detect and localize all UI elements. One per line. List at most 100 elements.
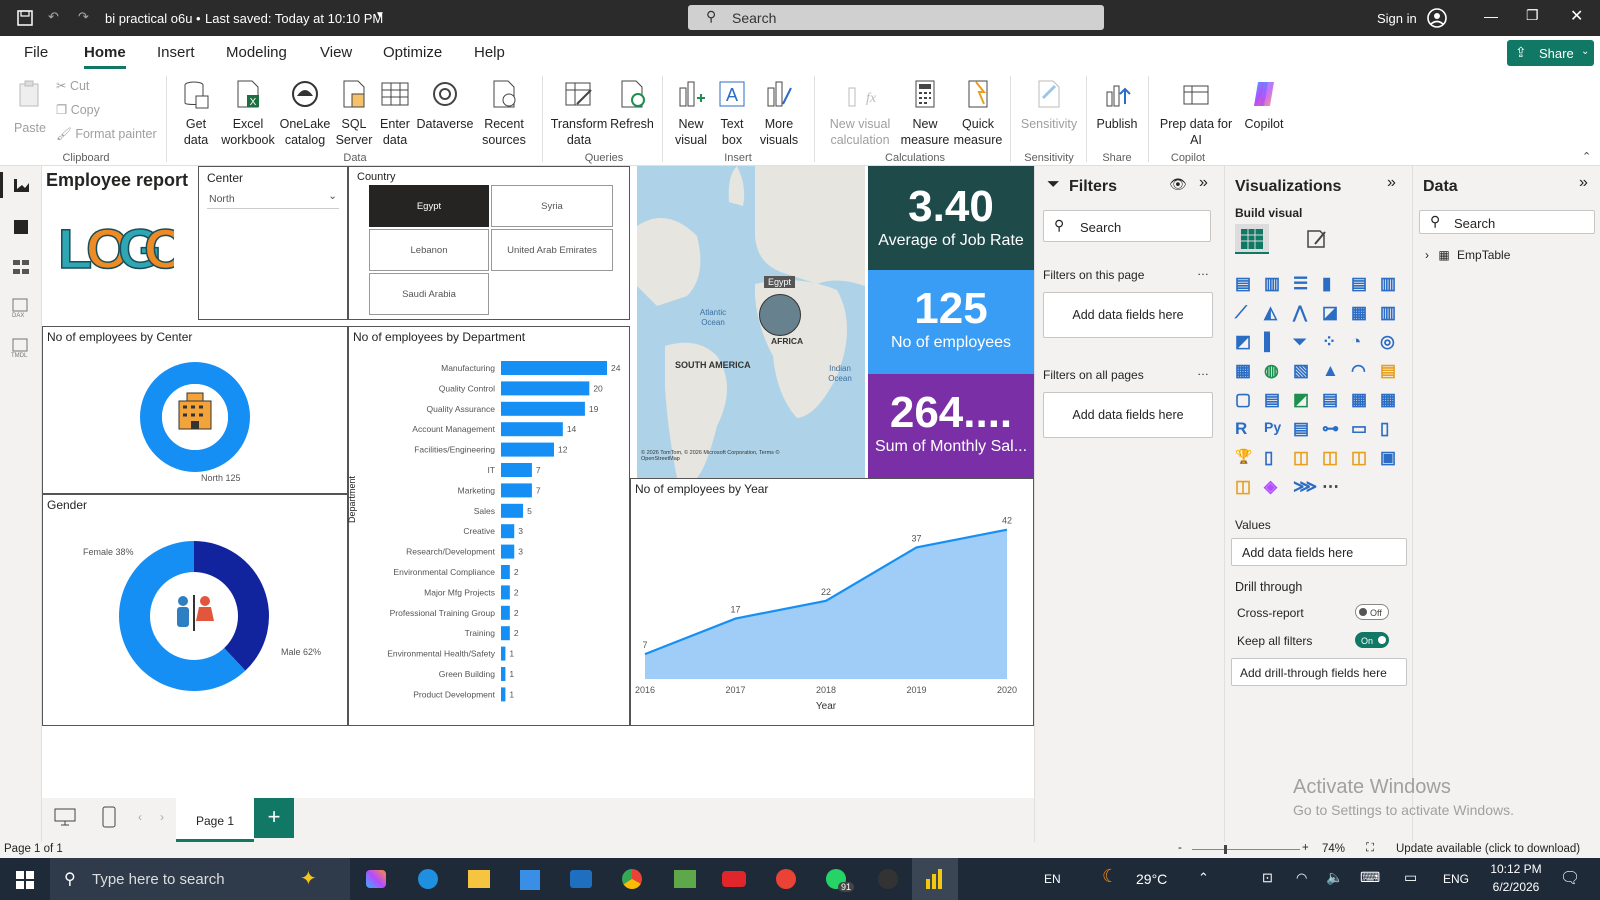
visual-type-icon[interactable]: ⋯ bbox=[1322, 477, 1342, 497]
visual-type-icon[interactable]: ◩ bbox=[1293, 390, 1313, 410]
app-icon[interactable] bbox=[674, 870, 696, 888]
visual-type-icon[interactable]: 🏆 bbox=[1235, 448, 1255, 468]
visual-type-icon[interactable]: ▣ bbox=[1380, 448, 1400, 468]
dept-bar[interactable] bbox=[501, 381, 590, 396]
dept-bar[interactable] bbox=[501, 565, 510, 579]
collapse-data-icon[interactable]: » bbox=[1579, 174, 1588, 192]
dept-bar[interactable] bbox=[501, 483, 532, 498]
language-indicator[interactable]: EN bbox=[1044, 872, 1061, 886]
visual-type-icon[interactable]: ▥ bbox=[1380, 303, 1400, 323]
visual-type-icon[interactable]: ▯ bbox=[1380, 419, 1400, 439]
visual-type-icon[interactable]: ▤ bbox=[1235, 274, 1255, 294]
minimize-icon[interactable]: — bbox=[1484, 8, 1498, 24]
visual-type-icon[interactable]: ⋀ bbox=[1293, 303, 1313, 323]
visual-type-icon[interactable]: ▤ bbox=[1380, 361, 1400, 381]
tmdl-view-icon[interactable]: TMDL bbox=[10, 338, 32, 358]
visual-type-icon[interactable]: ▦ bbox=[1351, 390, 1371, 410]
values-dropzone[interactable]: Add data fields here bbox=[1231, 538, 1407, 566]
visual-type-icon[interactable]: ◭ bbox=[1264, 303, 1284, 323]
visual-type-icon[interactable]: ◔ bbox=[1351, 332, 1371, 352]
search-box[interactable]: ⚲ Search bbox=[688, 5, 1104, 30]
zoom-in-icon[interactable]: + bbox=[1302, 842, 1309, 854]
restore-icon[interactable]: ❐ bbox=[1526, 7, 1539, 24]
zoom-out-icon[interactable]: - bbox=[1178, 842, 1182, 854]
visual-type-icon[interactable]: ◫ bbox=[1322, 448, 1342, 468]
publish-button[interactable]: Publish bbox=[1094, 78, 1140, 132]
add-page-button[interactable]: + bbox=[254, 798, 294, 838]
cross-report-toggle[interactable]: Off bbox=[1355, 604, 1389, 620]
display-icon[interactable]: ▭ bbox=[1404, 869, 1417, 886]
copy-button[interactable]: ❐ Copy bbox=[56, 102, 100, 118]
prev-page-icon[interactable]: ‹ bbox=[138, 810, 142, 824]
next-page-icon[interactable]: › bbox=[160, 810, 164, 824]
clock-time[interactable]: 10:12 PM bbox=[1486, 862, 1546, 876]
visual-type-icon[interactable]: ⊶ bbox=[1322, 419, 1342, 439]
refresh-button[interactable]: Refresh bbox=[610, 78, 654, 132]
dept-bar[interactable] bbox=[501, 524, 515, 539]
gender-tile[interactable]: Gender Female 38% Male 62% bbox=[42, 494, 348, 726]
taskbar-search[interactable]: ⚲ Type here to search ✦ bbox=[50, 858, 350, 900]
map-bubble-egypt[interactable] bbox=[759, 294, 801, 336]
country-option-egypt[interactable]: Egypt bbox=[369, 185, 489, 227]
chrome-profile-icon[interactable] bbox=[776, 869, 796, 889]
device-icon[interactable]: ⊡ bbox=[1262, 870, 1273, 886]
visual-type-icon[interactable]: Py bbox=[1264, 419, 1284, 439]
kpi-employees[interactable]: 125 No of employees bbox=[868, 270, 1034, 374]
sql-server-button[interactable]: SQL Server bbox=[334, 78, 374, 148]
file-explorer-icon[interactable] bbox=[468, 870, 490, 888]
format-painter-button[interactable]: 🖌 Format painter bbox=[56, 126, 157, 142]
onelake-button[interactable]: OneLake catalog bbox=[278, 78, 332, 148]
update-available[interactable]: Update available (click to download) bbox=[1396, 843, 1580, 855]
filters-page-dropzone[interactable]: Add data fields here bbox=[1043, 292, 1213, 338]
visual-type-icon[interactable]: R bbox=[1235, 419, 1255, 439]
filters-all-dropzone[interactable]: Add data fields here bbox=[1043, 392, 1213, 438]
prep-data-ai-button[interactable]: Prep data for AI bbox=[1156, 78, 1236, 148]
enter-data-button[interactable]: Enter data bbox=[376, 78, 414, 148]
visual-type-icon[interactable]: ◍ bbox=[1264, 361, 1284, 381]
collapse-viz-icon[interactable]: » bbox=[1387, 174, 1396, 192]
menu-home[interactable]: Home bbox=[84, 44, 126, 61]
edge-icon[interactable] bbox=[418, 869, 438, 889]
drill-through-dropzone[interactable]: Add drill-through fields here bbox=[1231, 658, 1407, 686]
dept-bar[interactable] bbox=[501, 361, 607, 375]
visual-type-icon[interactable]: ▮ bbox=[1322, 274, 1342, 294]
visual-type-icon[interactable]: ▯ bbox=[1264, 448, 1284, 468]
visual-type-icon[interactable]: ▤ bbox=[1293, 419, 1313, 439]
keep-filters-toggle[interactable]: On bbox=[1355, 632, 1389, 648]
chrome-icon[interactable] bbox=[622, 869, 642, 889]
visual-type-icon[interactable]: ▥ bbox=[1380, 274, 1400, 294]
copilot-taskbar-icon[interactable] bbox=[366, 870, 386, 888]
visual-type-icon[interactable]: ▤ bbox=[1322, 390, 1342, 410]
visual-type-icon[interactable]: ▥ bbox=[1264, 274, 1284, 294]
report-view-icon[interactable] bbox=[12, 176, 30, 194]
weather-icon[interactable]: ☾ bbox=[1102, 866, 1118, 887]
youtube-icon[interactable] bbox=[722, 871, 746, 887]
undo-icon[interactable]: ↶ bbox=[48, 9, 59, 25]
visual-type-icon[interactable]: ◎ bbox=[1380, 332, 1400, 352]
dept-bar[interactable] bbox=[501, 422, 563, 437]
dept-bar[interactable] bbox=[501, 646, 506, 661]
build-visual-tab[interactable] bbox=[1235, 224, 1269, 254]
visual-type-icon[interactable]: ▢ bbox=[1235, 390, 1255, 410]
last-saved[interactable]: Last saved: Today at 10:10 PM bbox=[205, 11, 383, 26]
app-icon-2[interactable] bbox=[878, 869, 898, 889]
dept-bar[interactable] bbox=[501, 585, 510, 600]
dept-bar[interactable] bbox=[501, 442, 554, 457]
recent-sources-button[interactable]: Recent sources bbox=[476, 78, 532, 148]
show-hidden-icon[interactable]: ⌃ bbox=[1198, 870, 1209, 886]
chevron-down-icon[interactable]: ▼ bbox=[375, 10, 385, 21]
desktop-layout-icon[interactable] bbox=[54, 808, 76, 826]
menu-file[interactable]: File bbox=[24, 44, 48, 61]
visual-type-icon[interactable]: ◫ bbox=[1293, 448, 1313, 468]
kpi-job-rate[interactable]: 3.40 Average of Job Rate bbox=[868, 166, 1034, 270]
visual-type-icon[interactable]: ◩ bbox=[1235, 332, 1255, 352]
dept-bar[interactable] bbox=[501, 463, 532, 477]
menu-help[interactable]: Help bbox=[474, 44, 505, 61]
visual-type-icon[interactable]: ◫ bbox=[1235, 477, 1255, 497]
kpi-monthly-salary[interactable]: 264.... Sum of Monthly Sal... bbox=[868, 374, 1034, 478]
table-emptable[interactable]: › ▦ EmpTable bbox=[1425, 248, 1510, 262]
visual-type-icon[interactable]: ▧ bbox=[1293, 361, 1313, 381]
get-data-button[interactable]: Get data bbox=[174, 78, 218, 148]
input-language[interactable]: ENG bbox=[1443, 872, 1469, 886]
department-bar-tile[interactable]: No of employees by Department Department… bbox=[347, 326, 630, 726]
